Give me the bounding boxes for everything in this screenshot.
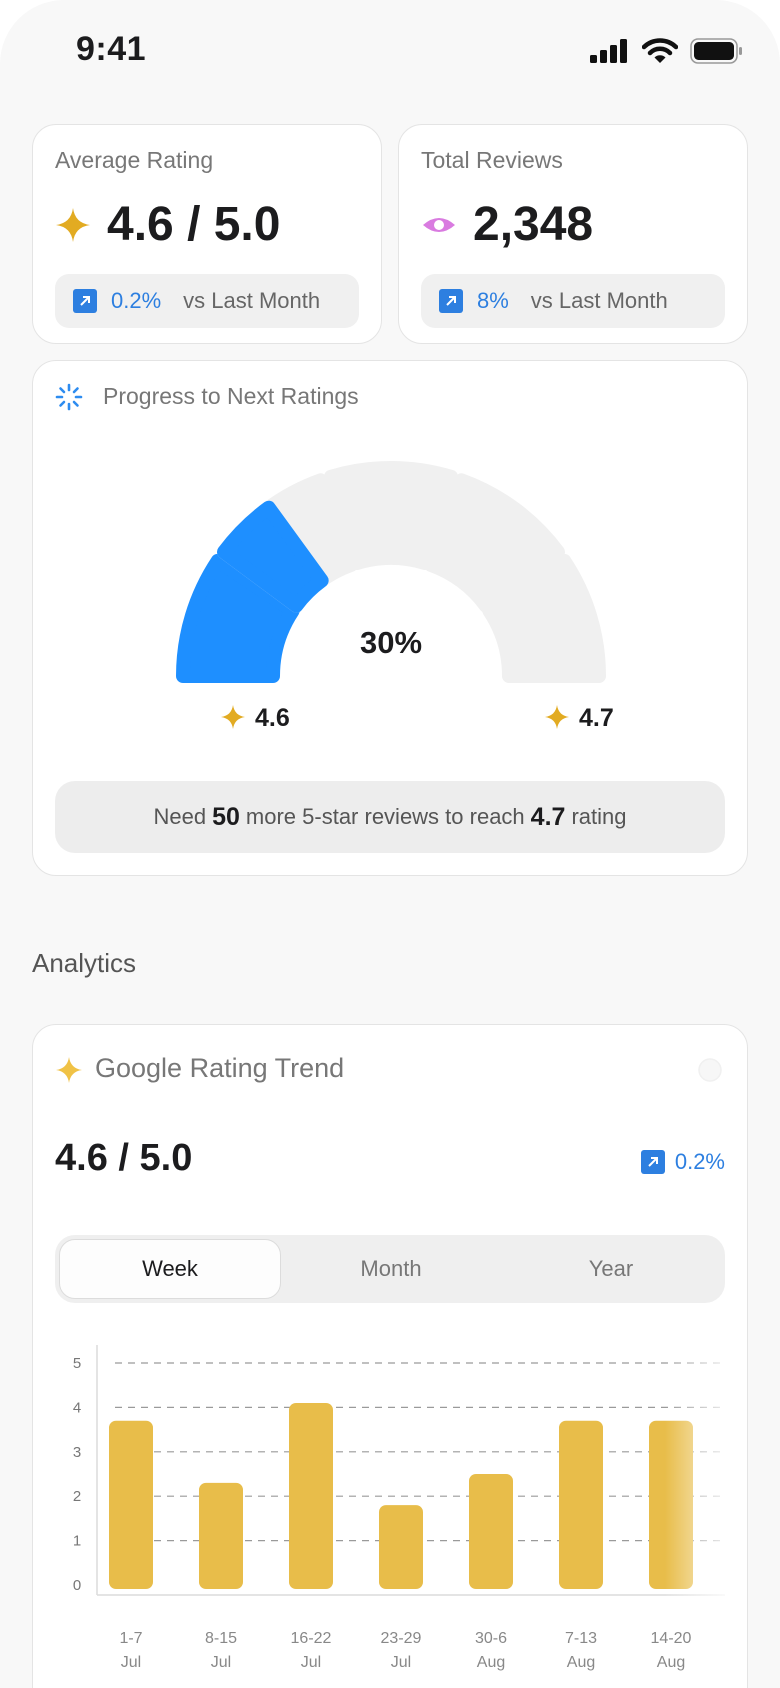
period-segmented-control: Week Month Year xyxy=(55,1235,725,1303)
average-rating-comparison: vs Last Month xyxy=(183,288,321,313)
trend-up-icon xyxy=(640,1150,665,1174)
x-tick-label: 8-15 xyxy=(205,1630,237,1647)
total-reviews-value: 2,348 xyxy=(473,198,594,251)
x-tick-label: Jul xyxy=(211,1654,231,1671)
bar xyxy=(559,1420,603,1589)
trend-card-title: Google Rating Trend xyxy=(95,1053,345,1083)
bar xyxy=(379,1505,423,1589)
bar xyxy=(469,1474,513,1589)
total-reviews-change-pill: 8% vs Last Month xyxy=(421,274,725,328)
x-tick-label: Jul xyxy=(391,1654,411,1671)
x-tick-label: 7-13 xyxy=(565,1630,597,1647)
trend-up-icon xyxy=(73,289,97,313)
trend-card-change: 0.2% xyxy=(640,1149,725,1175)
y-tick-label: 0 xyxy=(73,1577,81,1594)
eye-icon xyxy=(423,217,455,232)
x-tick-label: Aug xyxy=(657,1654,685,1671)
bar xyxy=(289,1402,333,1589)
analytics-section-title: Analytics xyxy=(32,948,137,978)
progress-card: Progress to Next Ratings 30% 4.6 4.7 Nee… xyxy=(32,360,748,876)
wifi-icon xyxy=(642,38,678,63)
y-tick-label: 3 xyxy=(73,1444,81,1461)
need-count: 50 xyxy=(212,802,240,831)
x-tick-label: Aug xyxy=(567,1654,595,1671)
average-rating-title: Average Rating xyxy=(55,147,214,173)
average-rating-change: 0.2% xyxy=(111,288,162,313)
x-tick-label: 1-7 xyxy=(119,1630,142,1647)
current-rating-star-icon xyxy=(221,705,245,729)
x-tick-label: 30-6 xyxy=(475,1630,507,1647)
trend-up-icon xyxy=(439,289,463,313)
total-reviews-comparison: vs Last Month xyxy=(530,288,668,313)
status-icons xyxy=(590,38,744,64)
rating-progress-gauge: 30% 4.6 4.7 xyxy=(176,461,614,732)
y-tick-label: 1 xyxy=(73,1533,81,1550)
sparkle-star-icon xyxy=(56,1057,82,1083)
total-reviews-change: 8% xyxy=(477,288,509,313)
y-tick-label: 5 xyxy=(73,1355,81,1372)
total-reviews-card[interactable]: Total Reviews 2,348 8% vs Last Month xyxy=(398,124,748,344)
tab-month[interactable]: Month xyxy=(281,1239,501,1299)
average-rating-value: 4.6 / 5.0 xyxy=(107,198,281,251)
trend-card-value: 4.6 / 5.0 xyxy=(55,1137,193,1179)
rating-trend-bar-chart: 0 1 2 3 4 5 1-7 Jul 8-15 Jul 16-22 Jul 23-29 Jul 30-6… xyxy=(73,1325,725,1671)
phone-screen: 9:41 Average Rating 4.6 / 5.0 0.2% vs La… xyxy=(0,0,780,1688)
bar xyxy=(109,1420,153,1589)
sparkle-star-icon xyxy=(56,207,90,242)
need-reviews-message: Need 50 more 5-star reviews to reach 4.7… xyxy=(55,781,725,853)
x-tick-label: 14-20 xyxy=(651,1630,692,1647)
google-rating-trend-card: Google Rating Trend 4.6 / 5.0 0.2% Week … xyxy=(32,1024,748,1688)
y-tick-label: 2 xyxy=(73,1488,81,1505)
x-tick-label: Jul xyxy=(301,1654,321,1671)
average-rating-change-pill: 0.2% vs Last Month xyxy=(55,274,359,328)
average-rating-card[interactable]: Average Rating 4.6 / 5.0 0.2% vs Last Mo… xyxy=(32,124,382,344)
chart-fade-overlay xyxy=(665,1325,725,1625)
tab-week[interactable]: Week xyxy=(59,1239,281,1299)
info-icon[interactable] xyxy=(697,1057,723,1083)
current-rating-label: 4.6 xyxy=(255,704,290,732)
x-tick-label: 23-29 xyxy=(381,1630,422,1647)
battery-icon xyxy=(690,38,742,64)
y-tick-label: 4 xyxy=(73,1399,81,1416)
need-target-rating: 4.7 xyxy=(530,802,566,831)
gauge-percent-label: 30% xyxy=(360,625,422,660)
cellular-signal-icon xyxy=(590,39,627,63)
tab-year[interactable]: Year xyxy=(501,1239,721,1299)
trend-card-change-value: 0.2% xyxy=(674,1149,725,1174)
bar xyxy=(199,1482,243,1589)
x-tick-label: Aug xyxy=(477,1654,505,1671)
total-reviews-title: Total Reviews xyxy=(421,147,563,173)
x-tick-label: Jul xyxy=(121,1654,141,1671)
next-rating-star-icon xyxy=(545,705,569,729)
status-time: 9:41 xyxy=(76,30,147,68)
next-rating-label: 4.7 xyxy=(579,704,614,732)
x-tick-label: 16-22 xyxy=(291,1630,332,1647)
